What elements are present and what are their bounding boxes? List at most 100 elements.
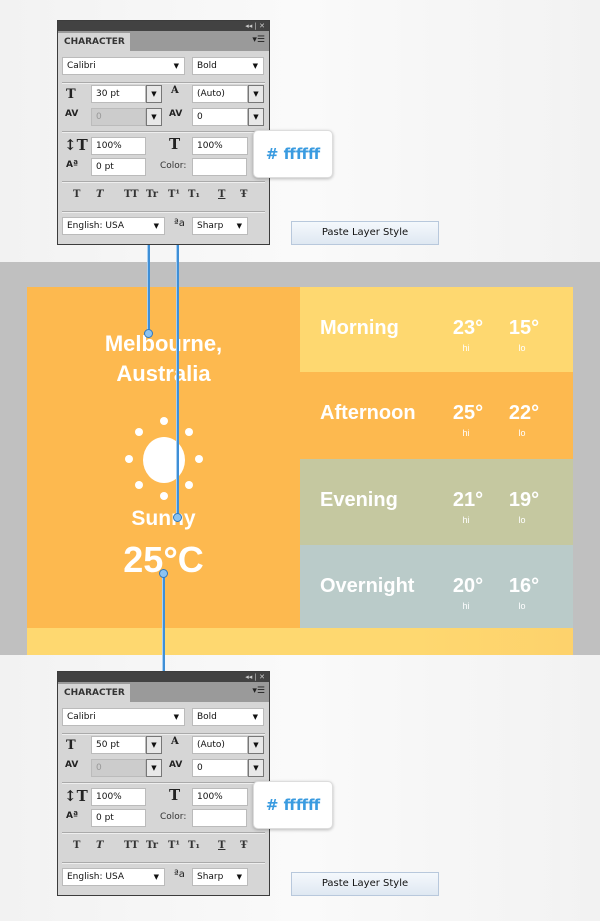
font-size-input[interactable]: 30 pt xyxy=(91,85,146,103)
style-button[interactable]: T xyxy=(73,840,80,851)
city-line-1: Melbourne, xyxy=(104,331,223,356)
close-icon[interactable]: ✕ xyxy=(259,22,265,30)
horizontal-scale-icon: T xyxy=(169,786,181,804)
font-size-icon: T xyxy=(66,738,76,753)
kerning-dropdown[interactable]: ▼ xyxy=(146,108,162,126)
baseline-shift-input[interactable]: 0 pt xyxy=(91,158,146,176)
color-label: Color: xyxy=(160,161,187,171)
vertical-scale-input[interactable]: 100% xyxy=(91,788,146,806)
kerning-input[interactable]: 0 xyxy=(91,759,146,777)
paste-layer-style-button[interactable]: Paste Layer Style xyxy=(291,872,439,896)
lo-label: lo xyxy=(518,515,526,525)
connector-line xyxy=(176,245,179,517)
lo-temp: 19° xyxy=(508,489,540,511)
font-family-select[interactable]: Calibri ▼ xyxy=(62,57,185,75)
hi-temp: 25° xyxy=(452,402,484,424)
antialias-select[interactable]: Sharp ▼ xyxy=(192,868,248,886)
style-button[interactable]: TT xyxy=(124,840,139,851)
style-button[interactable]: T₁ xyxy=(188,189,200,200)
city-line-2: Australia xyxy=(116,361,211,386)
style-button[interactable]: T₁ xyxy=(188,840,200,851)
tab-character[interactable]: CHARACTER xyxy=(58,684,130,702)
vertical-scale-icon: ↕T xyxy=(64,136,88,154)
paste-layer-style-button[interactable]: Paste Layer Style xyxy=(291,221,439,245)
language-select[interactable]: English: USA ▼ xyxy=(62,217,165,235)
style-button[interactable]: Ŧ xyxy=(240,840,247,851)
font-size-dropdown[interactable]: ▼ xyxy=(146,85,162,103)
color-swatch[interactable] xyxy=(192,809,247,827)
forecast-row-morning: Morning 23° hi 15° lo xyxy=(300,287,573,372)
period-name: Evening xyxy=(320,489,398,511)
period-name: Morning xyxy=(320,317,399,339)
tab-character[interactable]: CHARACTER xyxy=(58,33,130,51)
panel-menu-icon[interactable]: ▾☰ xyxy=(252,686,265,696)
connector-dot xyxy=(159,569,168,578)
style-button[interactable]: T¹ xyxy=(168,840,180,851)
font-style-select[interactable]: Bold ▼ xyxy=(192,708,264,726)
font-size-input[interactable]: 50 pt xyxy=(91,736,146,754)
style-button[interactable]: TT xyxy=(124,189,139,200)
hi-temp: 23° xyxy=(452,317,484,339)
close-icon[interactable]: ✕ xyxy=(259,673,265,681)
period-name: Overnight xyxy=(320,575,415,597)
lo-temp: 15° xyxy=(508,317,540,339)
antialias-select[interactable]: Sharp ▼ xyxy=(192,217,248,235)
color-label: Color: xyxy=(160,812,187,822)
forecast-row-overnight: Overnight 20° hi 16° lo xyxy=(300,545,573,628)
kerning-input[interactable]: 0 xyxy=(91,108,146,126)
sun-icon xyxy=(123,417,203,500)
tracking-icon: AV xyxy=(169,760,183,770)
hi-temp: 20° xyxy=(452,575,484,597)
style-button[interactable]: Ŧ xyxy=(240,189,247,200)
style-button[interactable]: T xyxy=(96,189,103,200)
horizontal-scale-input[interactable]: 100% xyxy=(192,788,248,806)
tracking-input[interactable]: 0 xyxy=(192,759,248,777)
bottom-strip xyxy=(27,628,573,655)
hi-label: hi xyxy=(462,428,470,438)
collapse-icon[interactable]: ◂◂ xyxy=(245,22,252,30)
style-button[interactable]: T xyxy=(218,189,225,200)
leading-input[interactable]: (Auto) xyxy=(192,736,248,754)
style-button[interactable]: T xyxy=(96,840,103,851)
kerning-icon: AV xyxy=(65,760,79,770)
color-swatch[interactable] xyxy=(192,158,247,176)
panel-menu-icon[interactable]: ▾☰ xyxy=(252,35,265,45)
language-select[interactable]: English: USA ▼ xyxy=(62,868,165,886)
font-size-dropdown[interactable]: ▼ xyxy=(146,736,162,754)
kerning-dropdown[interactable]: ▼ xyxy=(146,759,162,777)
tracking-dropdown[interactable]: ▼ xyxy=(248,759,264,777)
collapse-icon[interactable]: ◂◂ xyxy=(245,673,252,681)
horizontal-scale-input[interactable]: 100% xyxy=(192,137,248,155)
panel-titlebar[interactable]: ◂◂ | ✕ xyxy=(58,672,269,682)
hi-label: hi xyxy=(462,601,470,611)
tracking-dropdown[interactable]: ▼ xyxy=(248,108,264,126)
panel-titlebar[interactable]: ◂◂ | ✕ xyxy=(58,21,269,31)
forecast-row-afternoon: Afternoon 25° hi 22° lo xyxy=(300,372,573,459)
style-button[interactable]: T xyxy=(73,189,80,200)
style-button[interactable]: T¹ xyxy=(168,189,180,200)
lo-label: lo xyxy=(518,428,526,438)
lo-label: lo xyxy=(518,601,526,611)
tracking-input[interactable]: 0 xyxy=(192,108,248,126)
font-size-icon: T xyxy=(66,87,76,102)
style-button[interactable]: T xyxy=(218,840,225,851)
forecast-row-evening: Evening 21° hi 19° lo xyxy=(300,459,573,545)
leading-dropdown[interactable]: ▼ xyxy=(248,736,264,754)
style-button[interactable]: Tr xyxy=(146,189,158,200)
color-hex-tooltip: # ffffff xyxy=(253,130,333,178)
vertical-scale-input[interactable]: 100% xyxy=(91,137,146,155)
leading-dropdown[interactable]: ▼ xyxy=(248,85,264,103)
style-button[interactable]: Tr xyxy=(146,840,158,851)
leading-icon: A xyxy=(171,85,179,96)
connector-line xyxy=(147,245,150,333)
font-style-select[interactable]: Bold ▼ xyxy=(192,57,264,75)
lo-temp: 22° xyxy=(508,402,540,424)
baseline-shift-input[interactable]: 0 pt xyxy=(91,809,146,827)
leading-input[interactable]: (Auto) xyxy=(192,85,248,103)
hi-label: hi xyxy=(462,343,470,353)
hi-label: hi xyxy=(462,515,470,525)
font-family-select[interactable]: Calibri ▼ xyxy=(62,708,185,726)
kerning-icon: AV xyxy=(65,109,79,119)
lo-label: lo xyxy=(518,343,526,353)
hi-temp: 21° xyxy=(452,489,484,511)
